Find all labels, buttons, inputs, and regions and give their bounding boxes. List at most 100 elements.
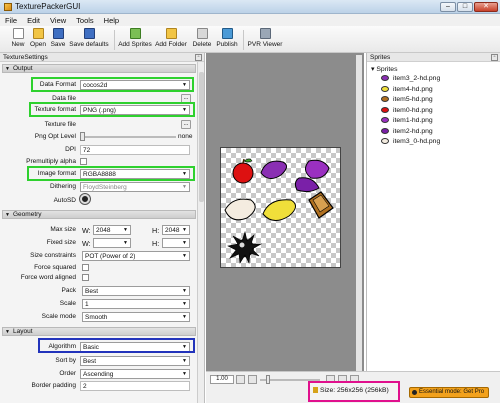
- section-output[interactable]: Output: [2, 64, 196, 73]
- size-constraints-select[interactable]: POT (Power of 2) ▼: [82, 251, 190, 261]
- sprite-name: item1-hd.png: [393, 117, 433, 124]
- autosd-gear-icon[interactable]: [80, 194, 90, 204]
- purple-yam-3-sprite-icon: [294, 177, 320, 193]
- publish-button[interactable]: Publish: [215, 28, 239, 52]
- preview-vertical-scrollbar[interactable]: [356, 55, 362, 371]
- delete-icon: [196, 28, 208, 39]
- menu-help[interactable]: Help: [99, 14, 124, 25]
- png-opt-slider-track: [80, 136, 176, 138]
- chevron-down-icon: ▼: [182, 240, 187, 246]
- sprite-thumbnail-icon: [381, 85, 389, 92]
- pack-label: Pack: [61, 287, 76, 294]
- premultiply-alpha-label: Premultiply alpha: [26, 158, 76, 165]
- sprite-list-item[interactable]: item3_2-hd.png: [381, 75, 440, 82]
- sprite-list-item[interactable]: item0-hd.png: [381, 107, 433, 114]
- zoom-out-icon[interactable]: [248, 375, 257, 384]
- close-button[interactable]: ✕: [474, 2, 498, 12]
- dithering-label: Dithering: [49, 183, 76, 190]
- sprite-sheet-canvas[interactable]: [220, 147, 341, 268]
- zoom-field[interactable]: 1.00: [210, 375, 234, 384]
- max-h-label: H:: [152, 226, 160, 235]
- scale-select[interactable]: 1 ▼: [82, 299, 190, 309]
- max-size-label: Max size: [50, 226, 76, 233]
- chevron-down-icon: ▼: [182, 184, 187, 190]
- dpi-field[interactable]: 72: [80, 145, 190, 155]
- size-constraints-label: Size constraints: [30, 252, 76, 259]
- save-defaults-icon: [83, 28, 95, 39]
- settings-scrollbar[interactable]: [197, 62, 204, 403]
- new-button[interactable]: New: [9, 28, 27, 52]
- get-pro-button[interactable]: Essential mode: Get Pro: [409, 387, 489, 398]
- scrollbar-thumb[interactable]: [199, 72, 204, 202]
- order-label: Order: [59, 370, 76, 377]
- fixed-size-label: Fixed size: [46, 239, 76, 246]
- max-w-label: W:: [82, 226, 91, 235]
- png-opt-slider[interactable]: [80, 132, 85, 141]
- white-yam-sprite-icon: [224, 198, 256, 221]
- force-squared-checkbox[interactable]: [82, 264, 89, 271]
- pvr-viewer-button[interactable]: PVR Viewer: [246, 28, 284, 52]
- sprite-list-item[interactable]: item4-hd.png: [381, 86, 433, 93]
- sprite-list-item[interactable]: item3_0-hd.png: [381, 138, 440, 145]
- sort-by-select[interactable]: Best ▼: [80, 356, 190, 366]
- save-icon: [52, 28, 64, 39]
- save-button[interactable]: Save: [49, 28, 67, 52]
- force-word-aligned-label: Force word aligned: [20, 274, 76, 281]
- float-icon[interactable]: ▫: [195, 54, 202, 61]
- sprite-name: item2-hd.png: [393, 127, 433, 135]
- order-select[interactable]: Ascending ▼: [80, 369, 190, 379]
- force-squared-label: Force squared: [34, 264, 76, 271]
- max-width-select[interactable]: 2048 ▼: [93, 225, 131, 235]
- sprite-name: item5-hd.png: [393, 96, 433, 103]
- sprite-thumbnail-icon: [381, 75, 389, 82]
- yellow-yam-sprite-icon: [262, 199, 296, 221]
- fixed-w-label: W:: [82, 239, 91, 248]
- minimize-button[interactable]: –: [440, 2, 456, 12]
- pack-select[interactable]: Best ▼: [82, 286, 190, 296]
- sprite-list-item[interactable]: item1-hd.png: [381, 117, 433, 124]
- save-defaults-button[interactable]: Save defaults: [68, 28, 110, 52]
- force-word-aligned-checkbox[interactable]: [82, 274, 89, 281]
- section-layout[interactable]: Layout: [2, 327, 196, 336]
- maximize-button[interactable]: □: [457, 2, 473, 12]
- sprite-thumbnail-icon: [381, 127, 389, 134]
- add-sprites-icon: [129, 28, 141, 39]
- delete-button[interactable]: Delete: [191, 28, 213, 52]
- texture-file-browse-button[interactable]: ...: [181, 120, 191, 129]
- menu-edit[interactable]: Edit: [22, 14, 45, 25]
- add-sprites-button[interactable]: Add Sprites: [118, 28, 152, 52]
- zoom-slider[interactable]: [266, 375, 270, 384]
- premultiply-alpha-checkbox[interactable]: [80, 158, 87, 165]
- purple-yam-2-sprite-icon: [305, 159, 330, 179]
- sprite-list-item[interactable]: item2-hd.png: [381, 128, 433, 135]
- border-padding-field[interactable]: 2: [80, 381, 190, 391]
- scale-mode-label: Scale mode: [41, 313, 76, 320]
- data-file-label: Data file: [52, 95, 76, 102]
- sprite-sheet-image: [224, 158, 334, 265]
- toolbar-separator: [243, 30, 244, 50]
- zoom-spin-button[interactable]: [236, 375, 245, 384]
- add-folder-button[interactable]: Add Folder: [154, 28, 188, 52]
- add-folder-icon: [165, 28, 177, 39]
- black-spiky-sprite-icon: [227, 230, 263, 265]
- brown-box-sprite-icon: [308, 191, 334, 219]
- menu-file[interactable]: File: [0, 14, 22, 25]
- chevron-down-icon: ▼: [182, 288, 187, 294]
- sprite-name: item4-hd.png: [393, 85, 433, 93]
- chevron-down-icon: ▼: [182, 301, 187, 307]
- menu-tools[interactable]: Tools: [71, 14, 99, 25]
- sprite-list-item[interactable]: item5-hd.png: [381, 96, 433, 103]
- open-button[interactable]: Open: [29, 28, 47, 52]
- window-title: TexturePackerGUI: [15, 2, 81, 11]
- border-padding-label: Border padding: [31, 382, 76, 389]
- dithering-select[interactable]: FloydSteinberg ▼: [80, 182, 190, 192]
- scale-mode-select[interactable]: Smooth ▼: [82, 312, 190, 322]
- highlight-image-format: [27, 166, 195, 181]
- menu-view[interactable]: View: [45, 14, 71, 25]
- autosd-label: AutoSD: [53, 197, 76, 204]
- fixed-width-select[interactable]: ▼: [93, 238, 131, 248]
- section-geometry[interactable]: Geometry: [2, 210, 196, 219]
- max-height-select[interactable]: 2048 ▼: [162, 225, 190, 235]
- highlight-size: [308, 381, 400, 402]
- fixed-height-select[interactable]: ▼: [162, 238, 190, 248]
